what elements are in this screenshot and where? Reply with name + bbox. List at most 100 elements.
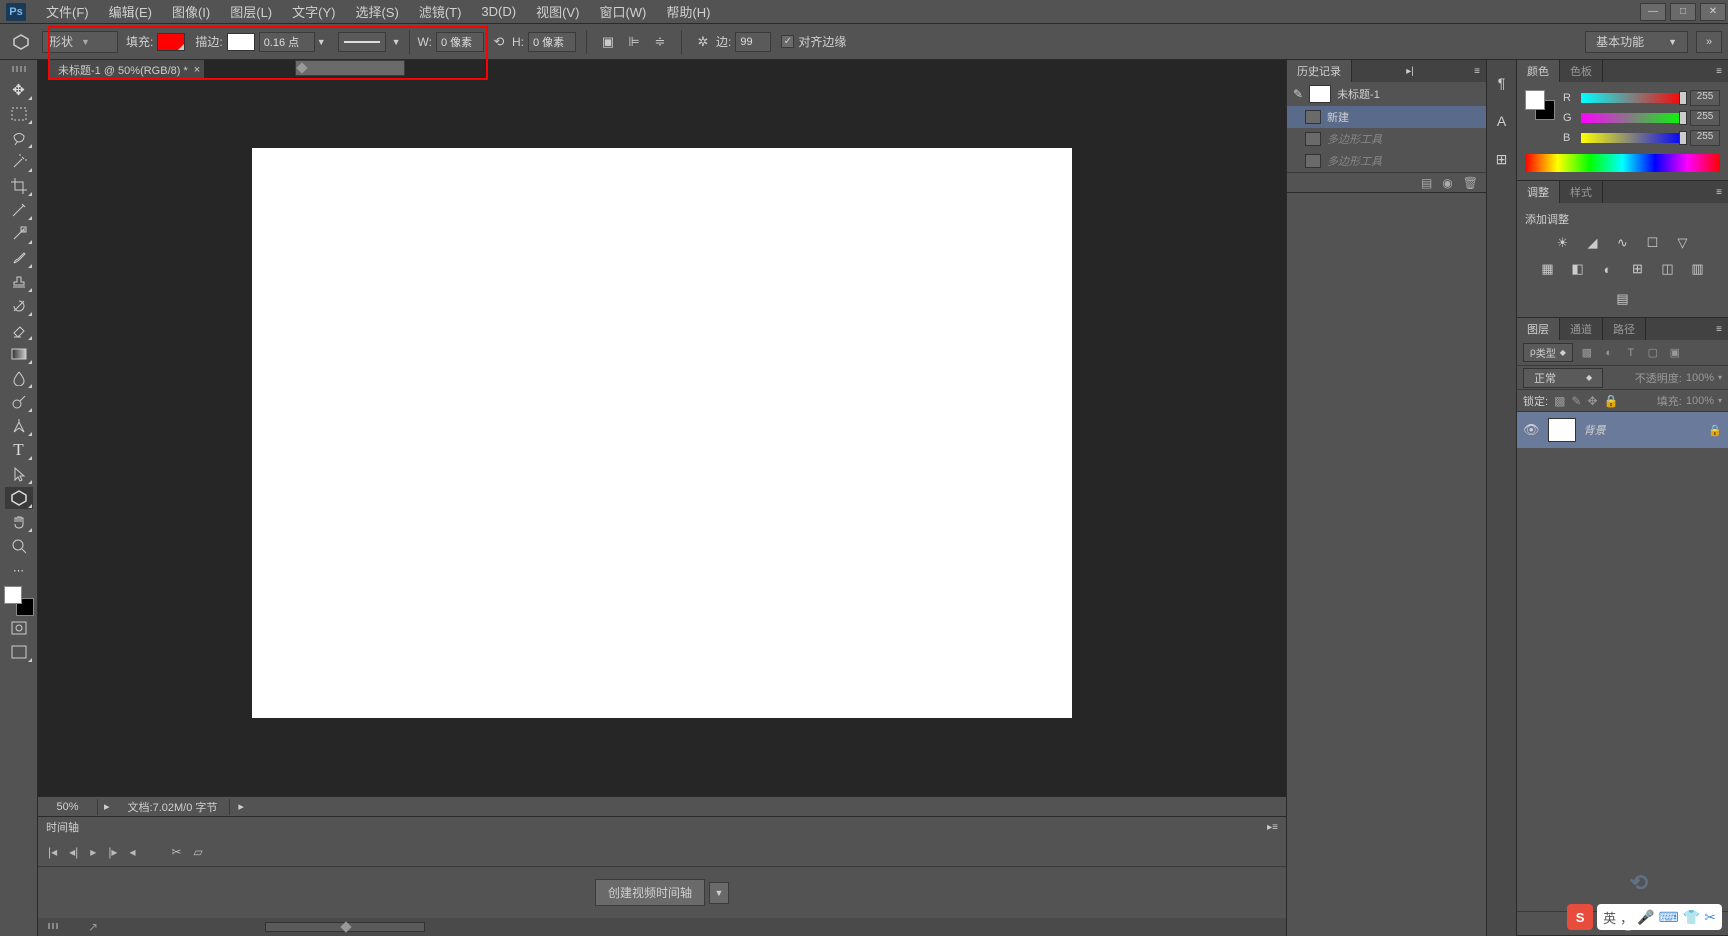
b-value[interactable]: 255 xyxy=(1690,130,1720,146)
bw-icon[interactable]: ◧ xyxy=(1568,259,1588,279)
link-icon[interactable]: ⟲ xyxy=(489,32,509,52)
chevron-down-icon[interactable]: ▼ xyxy=(392,37,401,47)
stamp-tool[interactable] xyxy=(5,271,33,293)
workspace-dropdown[interactable]: 基本功能 ▼ xyxy=(1585,31,1688,53)
color-spectrum[interactable] xyxy=(1525,154,1720,172)
path-arrange-icon[interactable]: ≑ xyxy=(650,32,670,52)
lock-position-icon[interactable]: ✎ xyxy=(1571,394,1581,408)
skin-icon[interactable]: 👕 xyxy=(1683,909,1700,926)
exposure-icon[interactable]: ☐ xyxy=(1643,233,1663,253)
maximize-button[interactable]: □ xyxy=(1670,3,1696,21)
stroke-width-slider-popup[interactable] xyxy=(295,60,405,76)
prev-frame-icon[interactable]: ◂| xyxy=(69,845,78,859)
lock-move-icon[interactable]: ✥ xyxy=(1587,394,1597,408)
panel-menu-icon[interactable]: ≡ xyxy=(1710,187,1728,198)
pen-tool[interactable] xyxy=(5,415,33,437)
blend-mode-dropdown[interactable]: 正常◆ xyxy=(1523,368,1603,388)
menu-edit[interactable]: 编辑(E) xyxy=(99,2,162,21)
g-value[interactable]: 255 xyxy=(1690,110,1720,126)
zoom-value[interactable]: 50% xyxy=(38,799,98,815)
sides-input[interactable] xyxy=(735,32,771,52)
zoom-caret[interactable]: ▸ xyxy=(98,800,116,813)
dodge-tool[interactable] xyxy=(5,391,33,413)
swatches-panel-icon[interactable]: ⊞ xyxy=(1491,148,1513,170)
menu-help[interactable]: 帮助(H) xyxy=(656,2,720,21)
lock-all-icon[interactable]: 🔒 xyxy=(1604,394,1619,408)
brush-tool[interactable] xyxy=(5,247,33,269)
lut-icon[interactable]: ◫ xyxy=(1658,259,1678,279)
history-collapse-icon[interactable]: ▸| xyxy=(1400,66,1420,77)
play-icon[interactable]: ▸ xyxy=(90,845,96,859)
hand-tool[interactable] xyxy=(5,511,33,533)
close-button[interactable]: ✕ xyxy=(1700,3,1726,21)
shape-tool[interactable] xyxy=(5,487,33,509)
crop-tool[interactable] xyxy=(5,175,33,197)
zoom-tool[interactable] xyxy=(5,535,33,557)
invert-icon[interactable]: ▥ xyxy=(1688,259,1708,279)
hue-icon[interactable]: ▦ xyxy=(1538,259,1558,279)
r-slider[interactable] xyxy=(1581,93,1684,103)
levels-icon[interactable]: ◢ xyxy=(1583,233,1603,253)
layers-tab[interactable]: 图层 xyxy=(1517,318,1560,340)
create-timeline-caret[interactable]: ▼ xyxy=(709,882,729,904)
first-frame-icon[interactable]: |◂ xyxy=(48,845,57,859)
history-item[interactable]: 多边形工具 xyxy=(1287,150,1486,172)
stroke-style-dropdown[interactable] xyxy=(338,32,386,52)
stroke-color-swatch[interactable] xyxy=(227,33,255,51)
color-fgbg[interactable] xyxy=(1525,90,1555,120)
stroke-width-input[interactable] xyxy=(259,32,315,52)
menu-select[interactable]: 选择(S) xyxy=(345,2,408,21)
menu-type[interactable]: 文字(Y) xyxy=(282,2,345,21)
gradient-tool[interactable] xyxy=(5,343,33,365)
ime-icon[interactable]: S xyxy=(1567,904,1593,930)
menu-image[interactable]: 图像(I) xyxy=(162,2,220,21)
g-slider[interactable] xyxy=(1581,113,1684,123)
create-timeline-button[interactable]: 创建视频时间轴 xyxy=(595,879,705,906)
fill-value[interactable]: 100% xyxy=(1686,395,1714,407)
minimize-button[interactable]: — xyxy=(1640,3,1666,21)
path-select-tool[interactable] xyxy=(5,463,33,485)
lock-pixels-icon[interactable]: ▩ xyxy=(1554,394,1565,408)
mic-icon[interactable]: 🎤 xyxy=(1637,909,1654,926)
toolbox-icon[interactable]: ✂ xyxy=(1704,909,1716,926)
paragraph-panel-icon[interactable]: ¶ xyxy=(1491,72,1513,94)
align-edges-checkbox[interactable]: ✓ xyxy=(781,35,794,48)
collapse-panels-button[interactable]: » xyxy=(1696,31,1722,53)
document-tab[interactable]: 未标题-1 @ 50%(RGB/8) * × xyxy=(50,60,204,80)
next-frame-icon[interactable]: |▸ xyxy=(108,845,117,859)
history-item[interactable]: 新建 xyxy=(1287,106,1486,128)
menu-window[interactable]: 窗口(W) xyxy=(589,2,656,21)
filter-pixel-icon[interactable]: ▩ xyxy=(1579,345,1595,361)
styles-tab[interactable]: 样式 xyxy=(1560,181,1603,203)
panel-menu-icon[interactable]: ≡ xyxy=(1710,66,1728,77)
new-doc-icon[interactable]: ▤ xyxy=(1421,176,1432,190)
timeline-zoom-slider[interactable] xyxy=(265,922,425,932)
menu-filter[interactable]: 滤镜(T) xyxy=(409,2,472,21)
scissors-icon[interactable]: ✂ xyxy=(171,845,181,859)
layer-name[interactable]: 背景 xyxy=(1584,422,1606,438)
canvas[interactable] xyxy=(252,148,1072,718)
screen-mode-tool[interactable] xyxy=(5,641,33,663)
transition-icon[interactable]: ▱ xyxy=(194,845,203,859)
filter-type-icon[interactable]: T xyxy=(1623,345,1639,361)
quickmask-tool[interactable] xyxy=(5,617,33,639)
history-brush-tool[interactable] xyxy=(5,295,33,317)
eyedropper-tool[interactable] xyxy=(5,199,33,221)
layer-item[interactable]: 👁 背景 🔒 xyxy=(1517,412,1728,448)
trash-icon[interactable]: 🗑 xyxy=(1463,176,1478,190)
menu-view[interactable]: 视图(V) xyxy=(526,2,589,21)
gear-icon[interactable]: ✲ xyxy=(693,32,713,52)
grip-icon[interactable] xyxy=(48,923,78,931)
lasso-tool[interactable] xyxy=(5,127,33,149)
opacity-value[interactable]: 100% xyxy=(1686,372,1714,384)
keyboard-icon[interactable]: ⌨ xyxy=(1659,909,1679,926)
move-tool[interactable]: ✥ xyxy=(5,79,33,101)
status-caret[interactable]: ▸ xyxy=(230,800,252,813)
adjustments-tab[interactable]: 调整 xyxy=(1517,181,1560,203)
eraser-tool[interactable] xyxy=(5,319,33,341)
marquee-tool[interactable] xyxy=(5,103,33,125)
history-item[interactable]: 多边形工具 xyxy=(1287,128,1486,150)
type-tool[interactable]: T xyxy=(5,439,33,461)
convert-icon[interactable]: ↗ xyxy=(88,920,98,934)
history-tab[interactable]: 历史记录 xyxy=(1287,60,1352,82)
